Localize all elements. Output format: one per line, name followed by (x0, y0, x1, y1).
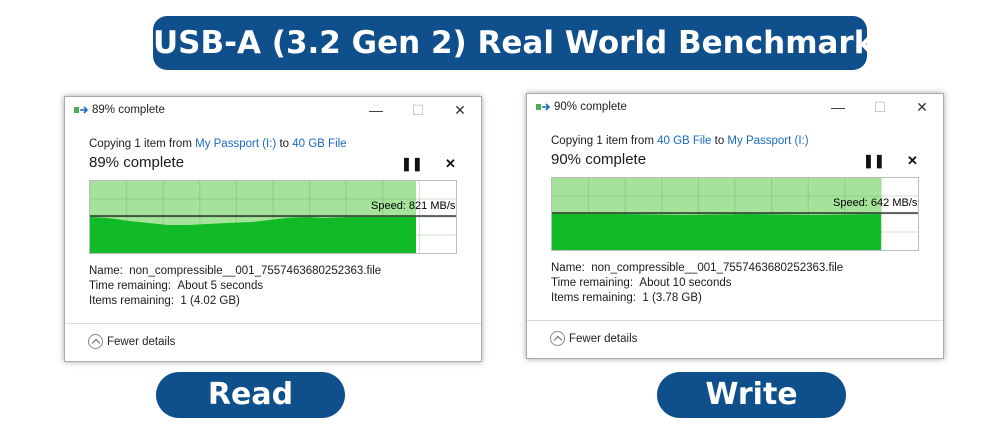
copy-dialog-read: 89% complete — ☐ ✕ Copying 1 item from M… (64, 96, 482, 362)
close-button[interactable]: ✕ (439, 97, 481, 125)
speed-area (90, 217, 416, 253)
fewer-details-label: Fewer details (569, 332, 638, 345)
chevron-up-icon (88, 334, 103, 349)
time-row: Time remaining: About 5 seconds (89, 280, 263, 292)
items-row: Items remaining: 1 (3.78 GB) (551, 292, 702, 304)
copying-line: Copying 1 item from My Passport (I:) to … (89, 138, 347, 150)
file-copy-icon (74, 105, 90, 115)
speed-graph (89, 180, 457, 254)
cancel-button[interactable]: ✕ (445, 156, 456, 172)
maximize-button[interactable]: ☐ (859, 94, 901, 122)
copying-prefix: Copying 1 item from (89, 138, 196, 150)
dialog-footer: Fewer details (527, 320, 943, 358)
dialog-footer: Fewer details (65, 323, 481, 361)
items-value: 1 (4.02 GB) (180, 295, 240, 307)
copying-to: to (276, 138, 293, 150)
speed-readout: Speed: 821 MB/s (371, 200, 456, 212)
destination-link[interactable]: My Passport (I:) (727, 135, 808, 147)
copying-line: Copying 1 item from 40 GB File to My Pas… (551, 135, 809, 147)
name-value: non_compressible__001_7557463680252363.f… (129, 265, 382, 277)
write-label: Write (657, 372, 846, 418)
close-button[interactable]: ✕ (901, 94, 943, 122)
cancel-button[interactable]: ✕ (907, 153, 918, 169)
items-value: 1 (3.78 GB) (642, 292, 702, 304)
name-row: Name: non_compressible__001_755746368025… (551, 262, 843, 274)
fewer-details-label: Fewer details (107, 335, 176, 348)
window-title: 89% complete (92, 104, 165, 116)
minimize-button[interactable]: — (355, 97, 397, 125)
name-label: Name: (551, 262, 585, 274)
file-copy-icon (536, 102, 552, 112)
source-link[interactable]: My Passport (I:) (195, 138, 276, 150)
copy-dialog-write: 90% complete — ☐ ✕ Copying 1 item from 4… (526, 93, 944, 359)
minimize-button[interactable]: — (817, 94, 859, 122)
speed-graph (551, 177, 919, 251)
progress-text: 90% complete (551, 151, 647, 168)
time-value: About 5 seconds (177, 280, 264, 292)
time-label: Time remaining: (89, 280, 172, 292)
window-title: 90% complete (554, 101, 627, 113)
maximize-button[interactable]: ☐ (397, 97, 439, 125)
destination-link[interactable]: 40 GB File (292, 138, 346, 150)
name-value: non_compressible__001_7557463680252363.f… (591, 262, 844, 274)
name-label: Name: (89, 265, 123, 277)
items-row: Items remaining: 1 (4.02 GB) (89, 295, 240, 307)
items-label: Items remaining: (89, 295, 175, 307)
speed-area (552, 214, 881, 250)
title-bar: 89% complete — ☐ ✕ (65, 97, 481, 125)
copying-prefix: Copying 1 item from (551, 135, 658, 147)
fewer-details-button[interactable]: Fewer details (550, 331, 637, 346)
source-link[interactable]: 40 GB File (657, 135, 711, 147)
time-value: About 10 seconds (639, 277, 732, 289)
progress-text: 89% complete (89, 154, 185, 171)
time-row: Time remaining: About 10 seconds (551, 277, 732, 289)
items-label: Items remaining: (551, 292, 637, 304)
time-label: Time remaining: (551, 277, 634, 289)
fewer-details-button[interactable]: Fewer details (88, 334, 175, 349)
title-bar: 90% complete — ☐ ✕ (527, 94, 943, 122)
chevron-up-icon (550, 331, 565, 346)
read-label: Read (156, 372, 345, 418)
name-row: Name: non_compressible__001_755746368025… (89, 265, 381, 277)
speed-readout: Speed: 642 MB/s (833, 197, 918, 209)
benchmark-title: USB-A (3.2 Gen 2) Real World Benchmark (153, 16, 874, 70)
pause-button[interactable]: ❚❚ (863, 153, 885, 169)
pause-button[interactable]: ❚❚ (401, 156, 423, 172)
copying-to: to (711, 135, 728, 147)
